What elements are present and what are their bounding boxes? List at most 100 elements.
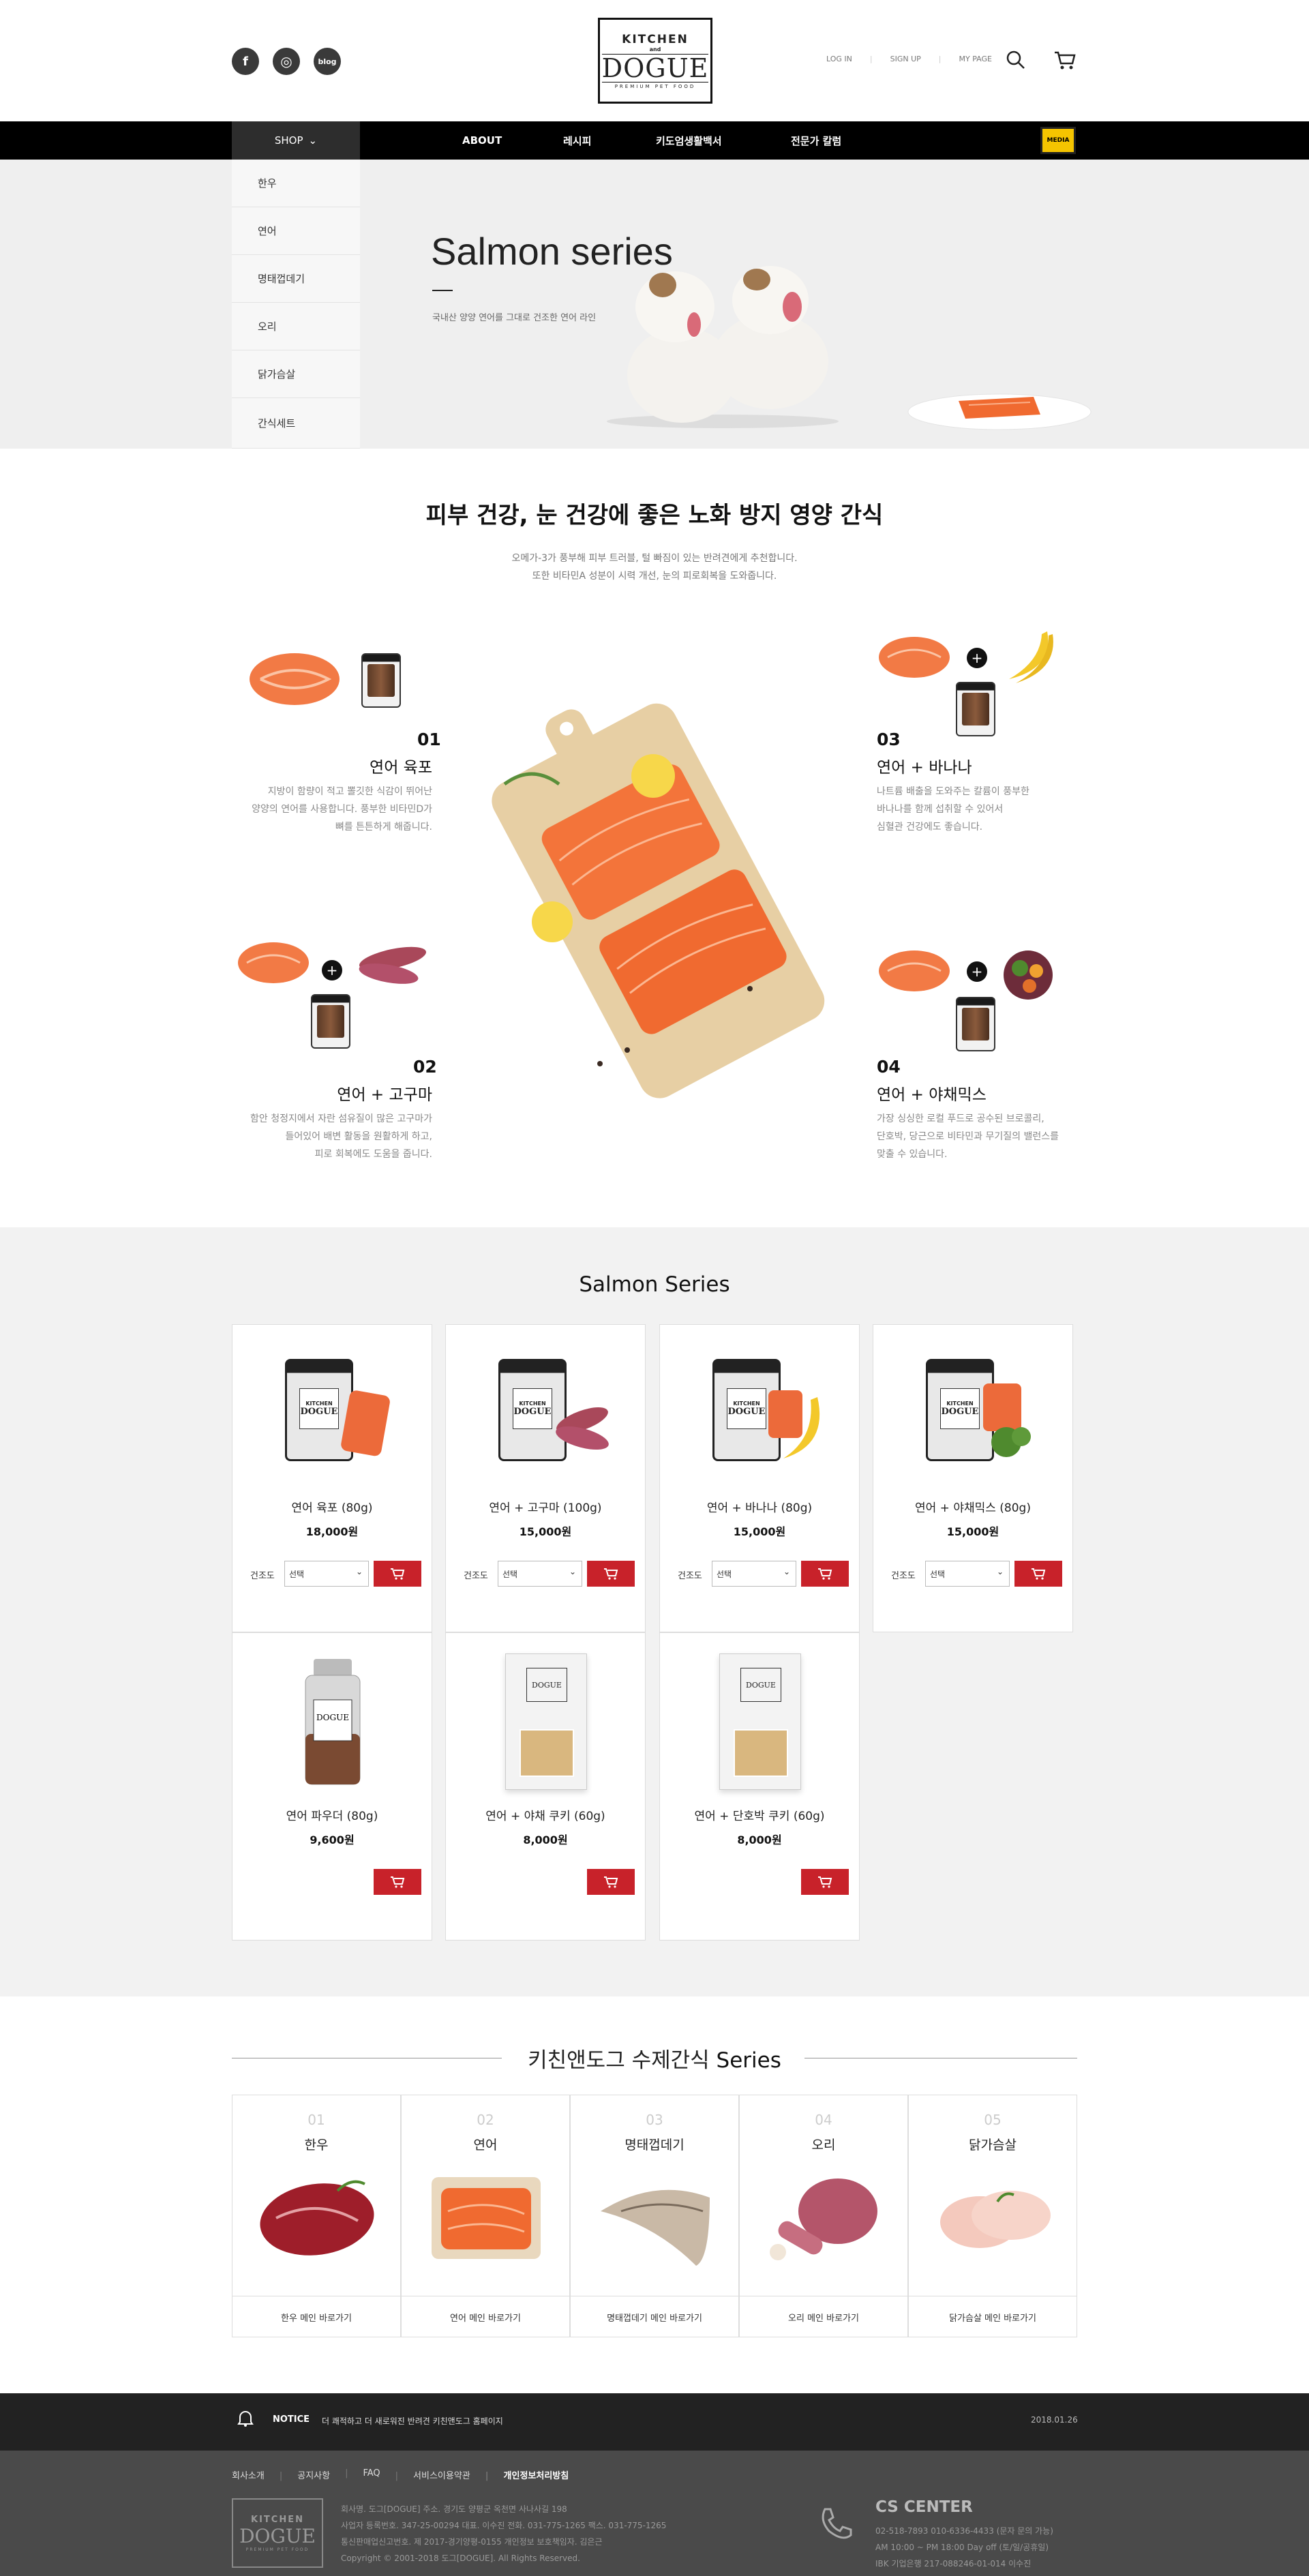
notice-bar bbox=[0, 2393, 1309, 2451]
submenu-item[interactable]: 닭가슴살 bbox=[232, 350, 360, 398]
product-image: KITCHEN DOGUE bbox=[478, 1345, 614, 1482]
nav-column[interactable]: 전문가 칼럼 bbox=[791, 121, 841, 160]
instagram-icon[interactable]: ◎ bbox=[273, 48, 300, 75]
product-card[interactable]: DOGUE 연어 + 단호박 쿠키 (60g) 8,000원 bbox=[659, 1632, 860, 1941]
nav-recipe[interactable]: 레시피 bbox=[563, 121, 591, 160]
footer-link[interactable]: 공지사항 bbox=[280, 2468, 330, 2481]
bell-icon bbox=[237, 2410, 254, 2430]
product-name[interactable]: 연어 + 야채 쿠키 (60g) bbox=[446, 1806, 645, 1823]
add-to-cart-button[interactable] bbox=[587, 1869, 635, 1895]
product-card[interactable]: DOGUE 연어 + 야채 쿠키 (60g) 8,000원 bbox=[445, 1632, 646, 1941]
phone-icon bbox=[815, 2504, 856, 2547]
dryness-select[interactable]: 선택 ⌄ bbox=[925, 1561, 1010, 1587]
series-item-duck[interactable]: 04 오리 오리 메인 바로가기 bbox=[739, 2095, 908, 2337]
cart-icon[interactable] bbox=[1053, 48, 1077, 72]
product-card[interactable]: KITCHEN DOGUE 연어 + 야채믹스 (80g) 15,000원 건조도… bbox=[873, 1324, 1073, 1632]
series-number: 03 bbox=[646, 2112, 663, 2128]
product-name[interactable]: 연어 + 고구마 (100g) bbox=[446, 1498, 645, 1515]
add-to-cart-button[interactable] bbox=[801, 1561, 849, 1587]
salmon-image bbox=[425, 2163, 547, 2273]
footer-link[interactable]: FAQ bbox=[345, 2468, 380, 2481]
feature-desc: 지방이 함량이 적고 뽈깃한 식감이 뛰어난 양양의 연어를 사용합니다. 풍부… bbox=[205, 783, 432, 836]
cart-icon bbox=[1032, 1568, 1046, 1580]
add-to-cart-button[interactable] bbox=[1014, 1561, 1062, 1587]
main-nav bbox=[0, 121, 1309, 160]
notice-date: 2018.01.26 bbox=[1031, 2415, 1078, 2425]
series-link[interactable]: 명태껍데기 메인 바로가기 bbox=[571, 2296, 738, 2338]
dryness-select[interactable]: 선택 ⌄ bbox=[498, 1561, 582, 1587]
chevron-down-icon: ⌄ bbox=[569, 1567, 576, 1576]
notice-text[interactable]: 더 쾌적하고 더 새로워진 반려견 키친앤도그 홈페이지 bbox=[322, 2415, 503, 2427]
series-number: 04 bbox=[815, 2112, 832, 2128]
series-link[interactable]: 연어 메인 바로가기 bbox=[402, 2296, 569, 2338]
product-jar-image bbox=[361, 653, 401, 708]
footer-link[interactable]: 서비스이용약관 bbox=[395, 2468, 470, 2481]
login-link[interactable]: LOG IN bbox=[826, 55, 852, 63]
dryness-select[interactable]: 선택 ⌄ bbox=[712, 1561, 796, 1587]
product-name[interactable]: 연어 + 바나나 (80g) bbox=[660, 1498, 859, 1515]
vegetable-mix-image bbox=[999, 948, 1057, 1002]
nav-about[interactable]: ABOUT bbox=[462, 121, 502, 160]
series-link[interactable]: 닭가슴살 메인 바로가기 bbox=[909, 2296, 1077, 2338]
series-item-chicken-breast[interactable]: 05 닭가슴살 닭가슴살 메인 바로가기 bbox=[908, 2095, 1077, 2337]
hero-description: 국내산 양양 연어를 그대로 건조한 연어 라인 bbox=[432, 313, 597, 323]
add-to-cart-button[interactable] bbox=[587, 1561, 635, 1587]
add-to-cart-button[interactable] bbox=[801, 1869, 849, 1895]
footer-link-privacy[interactable]: 개인정보처리방침 bbox=[485, 2468, 569, 2481]
facebook-icon[interactable]: f bbox=[232, 48, 259, 75]
feature-title: 연어 + 바나나 bbox=[877, 759, 972, 777]
feature-desc-line: 가장 싱싱한 로컬 푸드로 공수된 브로콜리, bbox=[877, 1113, 1044, 1124]
footer-logo-tagline: PREMIUM PET FOOD bbox=[245, 2547, 310, 2552]
media-tv-icon[interactable]: MEDIA bbox=[1040, 127, 1076, 154]
product-name[interactable]: 연어 + 야채믹스 (80g) bbox=[873, 1498, 1072, 1515]
logo-and: and bbox=[649, 46, 661, 53]
footer-link[interactable]: 회사소개 bbox=[232, 2468, 265, 2481]
dryness-select[interactable]: 선택 ⌄ bbox=[284, 1561, 369, 1587]
add-to-cart-button[interactable] bbox=[374, 1561, 421, 1587]
series-item-pollock-skin[interactable]: 03 명태껍데기 명태껍데기 메인 바로가기 bbox=[570, 2095, 739, 2337]
product-card[interactable]: KITCHEN DOGUE 연어 + 바나나 (80g) 15,000원 건조도 … bbox=[659, 1324, 860, 1632]
submenu-item[interactable]: 오리 bbox=[232, 303, 360, 350]
nav-life[interactable]: 키도엄생활백서 bbox=[656, 121, 722, 160]
series-title: 키친앤도그 수제간식 Series bbox=[0, 2043, 1309, 2073]
cs-info: 02-518-7893 010-6336-4433 (문자 문의 가능) AM … bbox=[875, 2523, 1053, 2572]
product-price: 15,000원 bbox=[733, 1525, 786, 1538]
company-info-line: 사업자 등록번호. 347-25-00294 대표. 이수진 전화. 031-7… bbox=[341, 2521, 667, 2530]
option-label: 건조도 bbox=[678, 1571, 702, 1581]
copyright: Copyright © 2001-2018 도그[DOGUE]. All Rig… bbox=[341, 2553, 580, 2563]
nav-shop[interactable]: SHOP ⌄ bbox=[232, 121, 360, 160]
product-price: 15,000원 bbox=[946, 1525, 999, 1538]
series-title-kr: 키친앤도그 수제간식 bbox=[528, 2048, 710, 2073]
submenu-item[interactable]: 간식세트 bbox=[232, 398, 360, 449]
site-logo[interactable]: KITCHEN and DOGUE PREMIUM PET FOOD bbox=[598, 18, 712, 104]
cart-icon bbox=[818, 1568, 832, 1580]
search-icon[interactable] bbox=[1004, 48, 1028, 72]
naver-blog-icon[interactable]: blog bbox=[314, 48, 341, 75]
mypage-link[interactable]: MY PAGE bbox=[959, 55, 992, 63]
product-name[interactable]: 연어 육포 (80g) bbox=[232, 1498, 432, 1515]
product-card[interactable]: KITCHEN DOGUE 연어 육포 (80g) 18,000원 건조도 선택 ⌄ bbox=[232, 1324, 432, 1632]
product-name[interactable]: 연어 + 단호박 쿠키 (60g) bbox=[660, 1806, 859, 1823]
signup-link[interactable]: SIGN UP bbox=[890, 55, 921, 63]
add-to-cart-button[interactable] bbox=[374, 1869, 421, 1895]
cart-icon bbox=[391, 1876, 405, 1888]
feature-title: 연어 + 고구마 bbox=[337, 1086, 432, 1104]
series-item-salmon[interactable]: 02 연어 연어 메인 바로가기 bbox=[401, 2095, 570, 2337]
product-card[interactable]: DOGUE 연어 파우더 (80g) 9,600원 bbox=[232, 1632, 432, 1941]
feature-desc-line: 나트륨 배출을 도와주는 칼륨이 풍부한 bbox=[877, 786, 1029, 797]
product-name[interactable]: 연어 파우더 (80g) bbox=[232, 1806, 432, 1823]
series-link[interactable]: 한우 메인 바로가기 bbox=[232, 2296, 400, 2338]
hero-divider bbox=[432, 290, 453, 291]
submenu-item[interactable]: 한우 bbox=[232, 160, 360, 207]
chevron-down-icon: ⌄ bbox=[996, 1567, 1004, 1576]
submenu-item[interactable]: 명태껍데기 bbox=[232, 255, 360, 303]
logo-tagline: PREMIUM PET FOOD bbox=[614, 83, 696, 89]
footer-logo-kitchen: KITCHEN bbox=[251, 2514, 304, 2525]
product-price: 18,000원 bbox=[305, 1525, 359, 1538]
series-item-hanwoo[interactable]: 01 한우 한우 메인 바로가기 bbox=[232, 2095, 401, 2337]
series-title-en: Series bbox=[716, 2048, 781, 2073]
divider: | bbox=[938, 55, 942, 63]
series-link[interactable]: 오리 메인 바로가기 bbox=[740, 2296, 907, 2338]
submenu-item[interactable]: 연어 bbox=[232, 207, 360, 255]
product-card[interactable]: KITCHEN DOGUE 연어 + 고구마 (100g) 15,000원 건조도… bbox=[445, 1324, 646, 1632]
